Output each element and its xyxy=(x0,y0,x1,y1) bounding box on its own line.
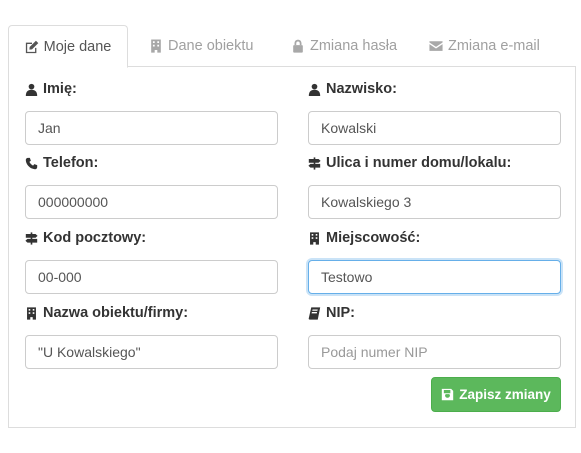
edit-icon xyxy=(25,40,39,54)
postal-code-field: Kod pocztowy: xyxy=(25,229,278,294)
user-icon xyxy=(25,83,38,96)
tab-zmiana-hasla[interactable]: Zmiana hasła xyxy=(291,25,397,67)
book-icon xyxy=(308,307,321,320)
signpost-icon xyxy=(308,157,321,170)
company-label: Nazwa obiektu/firmy: xyxy=(25,304,278,322)
tab-label: Moje dane xyxy=(43,38,112,55)
user-icon xyxy=(308,83,321,96)
street-input[interactable] xyxy=(308,185,561,219)
building-icon xyxy=(149,39,163,53)
save-icon xyxy=(441,388,454,401)
phone-icon xyxy=(25,157,38,170)
tab-dane-obiektu[interactable]: Dane obiektu xyxy=(149,25,253,67)
phone-field: Telefon: xyxy=(25,154,278,219)
city-input[interactable] xyxy=(308,260,561,294)
first-name-input[interactable] xyxy=(25,111,278,145)
street-label: Ulica i numer domu/lokalu: xyxy=(308,154,561,172)
save-button[interactable]: Zapisz zmiany xyxy=(431,377,561,412)
city-label: Miejscowość: xyxy=(308,229,561,247)
tab-label: Zmiana e-mail xyxy=(448,38,540,54)
tab-bar: Moje dane Dane obiektu Zmiana hasła Zmia… xyxy=(8,25,576,68)
phone-input[interactable] xyxy=(25,185,278,219)
company-field: Nazwa obiektu/firmy: xyxy=(25,304,278,369)
form-panel: Imię: Nazwisko: Telefon: Ulica i numer d… xyxy=(8,67,576,428)
city-field: Miejscowość: xyxy=(308,229,561,294)
lock-icon xyxy=(291,39,305,53)
nip-label: NIP: xyxy=(308,304,561,322)
street-field: Ulica i numer domu/lokalu: xyxy=(308,154,561,219)
tab-label: Dane obiektu xyxy=(168,38,254,54)
company-input[interactable] xyxy=(25,335,278,369)
building-icon xyxy=(25,307,38,320)
first-name-field: Imię: xyxy=(25,80,278,145)
last-name-input[interactable] xyxy=(308,111,561,145)
tab-zmiana-email[interactable]: Zmiana e-mail xyxy=(429,25,540,67)
save-button-label: Zapisz zmiany xyxy=(459,387,551,402)
tab-label: Zmiana hasła xyxy=(310,38,398,54)
building-icon xyxy=(308,232,321,245)
phone-label: Telefon: xyxy=(25,154,278,172)
first-name-label: Imię: xyxy=(25,80,278,98)
postal-code-input[interactable] xyxy=(25,260,278,294)
nip-input[interactable] xyxy=(308,335,561,369)
tab-moje-dane[interactable]: Moje dane xyxy=(8,25,128,68)
signpost-icon xyxy=(25,232,38,245)
last-name-label: Nazwisko: xyxy=(308,80,561,98)
last-name-field: Nazwisko: xyxy=(308,80,561,145)
postal-code-label: Kod pocztowy: xyxy=(25,229,278,247)
envelope-icon xyxy=(429,39,443,53)
nip-field: NIP: xyxy=(308,304,561,369)
